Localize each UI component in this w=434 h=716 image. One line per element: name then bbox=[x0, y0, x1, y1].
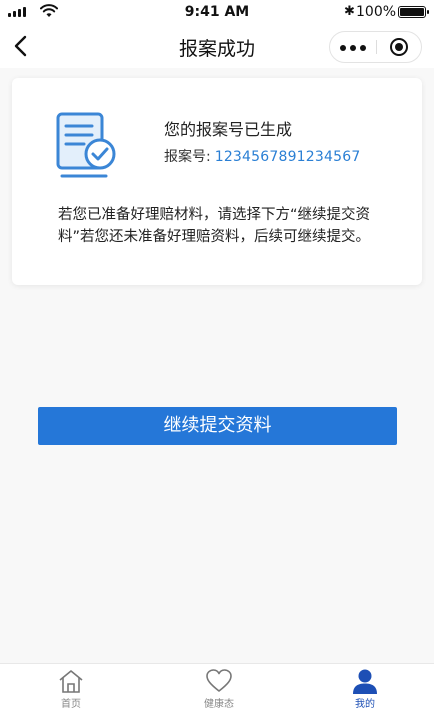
tab-health-label: 健康态 bbox=[204, 699, 234, 710]
mini-program-capsule bbox=[329, 31, 422, 63]
continue-submit-button[interactable]: 继续提交资料 bbox=[38, 407, 397, 445]
tab-mine[interactable]: 我的 bbox=[325, 668, 405, 716]
more-dots-icon bbox=[340, 45, 346, 51]
more-button[interactable] bbox=[330, 32, 376, 62]
heart-icon bbox=[206, 669, 232, 692]
more-dot bbox=[360, 45, 366, 51]
nav-bar: 报案成功 bbox=[0, 24, 434, 68]
case-number-row: 报案号: 1234567891234567 bbox=[164, 146, 360, 166]
target-dot bbox=[395, 43, 403, 51]
card-description: 若您已准备好理赔材料，请选择下方“继续提交资料”若您还未准备好理赔资料，后续可继… bbox=[58, 207, 371, 245]
case-success-card: 您的报案号已生成 报案号: 1234567891234567 若您已准备好理赔材料… bbox=[12, 78, 422, 285]
battery-percent: 100% bbox=[356, 4, 397, 20]
status-bar: 9:41 AM ✱ 100% bbox=[0, 0, 434, 24]
case-number-value: 1234567891234567 bbox=[214, 149, 361, 165]
tab-home-label: 首页 bbox=[61, 699, 81, 710]
tab-bar: 首页 健康态 我的 bbox=[0, 663, 434, 716]
bluetooth-icon: ✱ bbox=[344, 4, 355, 19]
battery-icon bbox=[398, 6, 429, 18]
battery-level bbox=[400, 8, 424, 16]
more-dot bbox=[350, 45, 356, 51]
tab-mine-label: 我的 bbox=[355, 699, 375, 710]
close-button[interactable] bbox=[377, 32, 422, 62]
tab-health[interactable]: 健康态 bbox=[179, 668, 259, 716]
user-icon bbox=[353, 669, 377, 694]
case-number-label: 报案号: bbox=[164, 149, 211, 165]
case-generated-heading: 您的报案号已生成 bbox=[164, 120, 293, 139]
tab-home[interactable]: 首页 bbox=[31, 668, 111, 716]
home-icon bbox=[59, 670, 83, 693]
document-check-icon bbox=[56, 112, 116, 178]
